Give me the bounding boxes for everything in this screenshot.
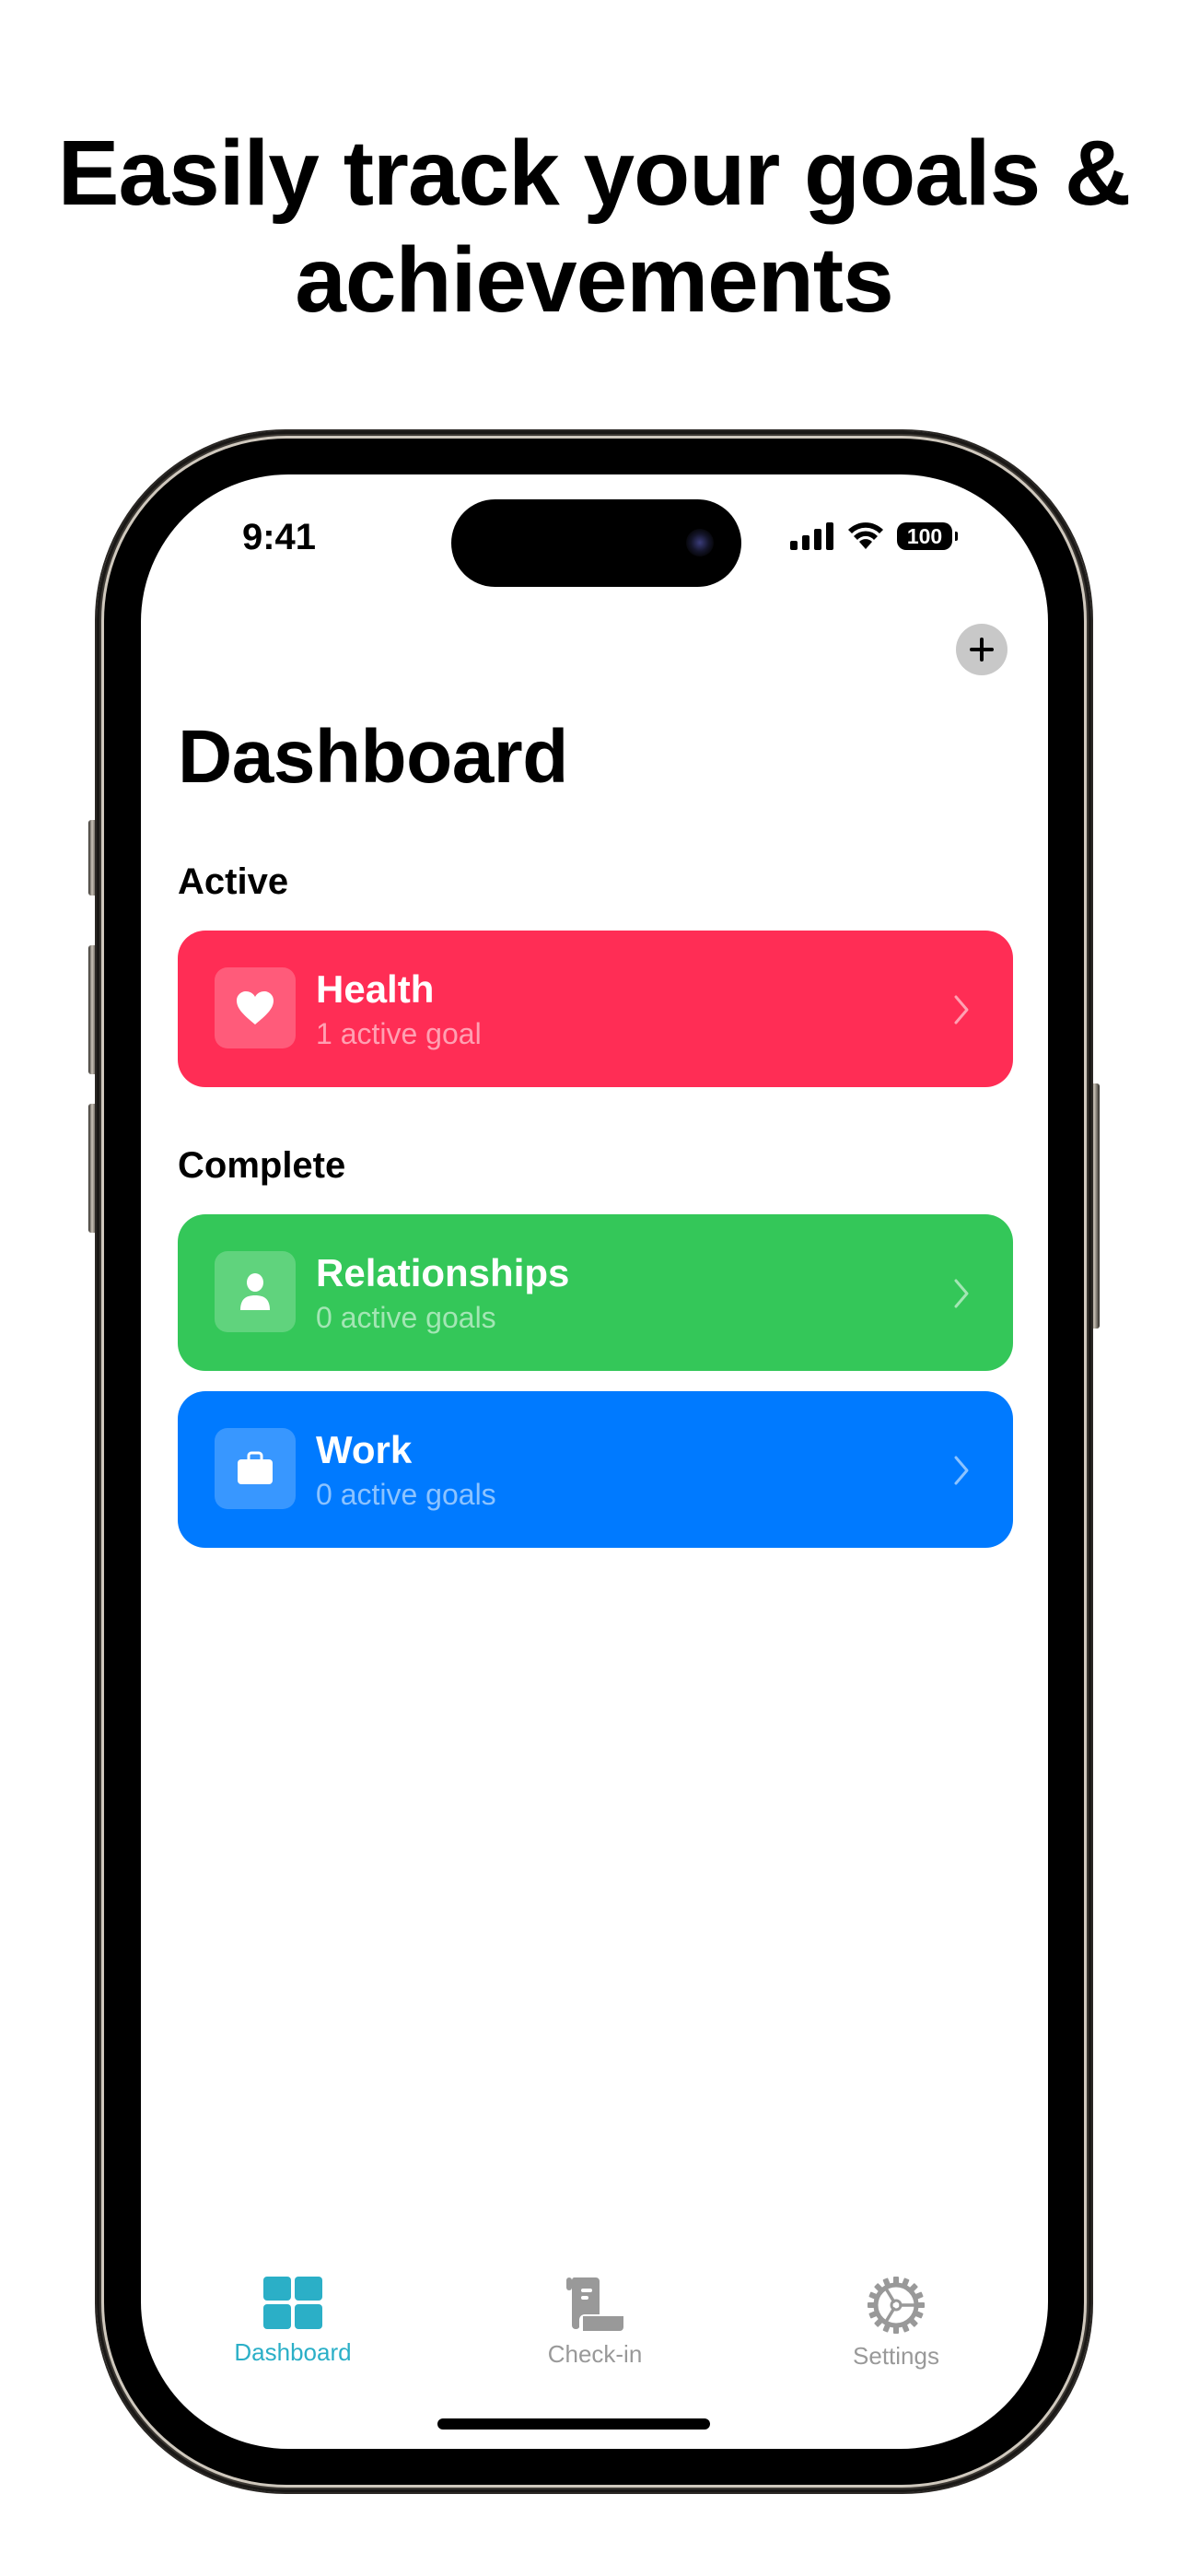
power-button xyxy=(1090,1083,1100,1329)
chevron-right-icon xyxy=(954,1279,969,1308)
add-goal-button[interactable] xyxy=(956,624,1007,675)
phone-screen: 9:41 100 Dashboard Active Health 1 activ… xyxy=(141,474,1048,2449)
card-title: Relationships xyxy=(316,1251,570,1294)
card-subtitle: 1 active goal xyxy=(316,1017,482,1050)
wifi-icon xyxy=(848,522,883,549)
category-card-health[interactable]: Health 1 active goal xyxy=(178,931,1013,1087)
home-indicator[interactable] xyxy=(437,2418,710,2430)
signal-icon xyxy=(790,522,833,550)
section-title-complete: Complete xyxy=(178,1145,346,1186)
marketing-headline: Easily track your goals & achievements xyxy=(0,120,1188,334)
card-subtitle: 0 active goals xyxy=(316,1301,496,1334)
card-icon-container xyxy=(215,1251,296,1332)
camera-icon xyxy=(686,529,714,556)
plus-icon xyxy=(970,638,994,662)
chevron-right-icon xyxy=(954,1456,969,1485)
section-title-active: Active xyxy=(178,861,289,902)
status-indicators: 100 xyxy=(790,522,958,550)
battery-icon: 100 xyxy=(897,522,958,550)
grid-icon xyxy=(263,2277,322,2329)
page-title: Dashboard xyxy=(178,715,568,799)
heart-icon xyxy=(237,991,274,1025)
category-card-relationships[interactable]: Relationships 0 active goals xyxy=(178,1214,1013,1371)
headline-line-1: Easily track your goals & xyxy=(57,122,1131,225)
tab-label: Check-in xyxy=(547,2340,643,2368)
category-card-work[interactable]: Work 0 active goals xyxy=(178,1391,1013,1548)
card-icon-container xyxy=(215,967,296,1048)
headline-line-2: achievements xyxy=(295,228,893,332)
tab-label: Dashboard xyxy=(234,2338,352,2366)
card-icon-container xyxy=(215,1428,296,1509)
tab-bar: Dashboard Check-in Settings xyxy=(141,2276,1048,2386)
status-time: 9:41 xyxy=(241,517,317,557)
tab-dashboard[interactable]: Dashboard xyxy=(201,2276,385,2367)
tab-settings[interactable]: Settings xyxy=(804,2276,988,2371)
gear-icon xyxy=(867,2276,926,2335)
card-title: Health xyxy=(316,967,435,1011)
scroll-icon xyxy=(566,2277,623,2331)
dynamic-island xyxy=(451,499,741,587)
chevron-right-icon xyxy=(954,995,969,1025)
card-subtitle: 0 active goals xyxy=(316,1478,496,1511)
person-icon xyxy=(240,1273,270,1310)
briefcase-icon xyxy=(238,1451,273,1484)
tab-label: Settings xyxy=(853,2342,939,2370)
card-title: Work xyxy=(316,1428,413,1471)
tab-check-in[interactable]: Check-in xyxy=(503,2276,687,2369)
